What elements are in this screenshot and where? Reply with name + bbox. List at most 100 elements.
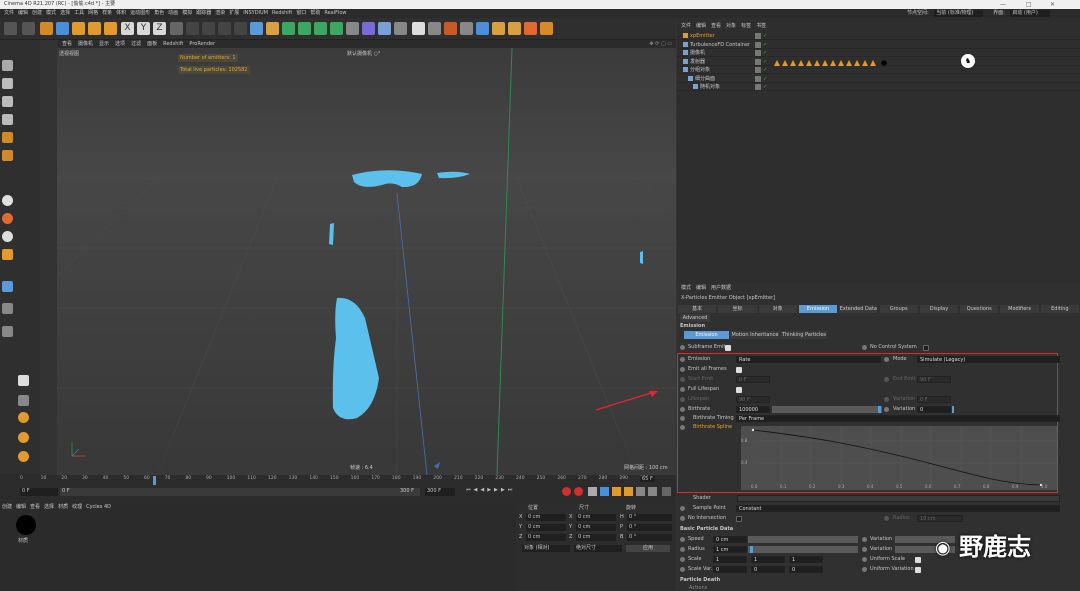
birthrate-timing-anim-dot[interactable] [680, 416, 685, 421]
visibility-dots[interactable] [755, 58, 761, 65]
enable-check-icon[interactable]: ✓ [763, 41, 767, 49]
uniform-scale-checkbox[interactable] [915, 557, 921, 563]
sample-point-anim-dot[interactable] [680, 506, 685, 511]
menu-item[interactable]: 模拟 [182, 10, 192, 16]
autokey-icon[interactable] [574, 487, 583, 496]
coord-rotation-field[interactable]: 0 ° [627, 524, 672, 531]
tab-5[interactable]: Groups [879, 305, 918, 313]
tab-2[interactable]: 对象 [758, 305, 797, 313]
birthrate-spline-graph[interactable]: 0.8 0.4 0.0 0.1 0.2 0.3 0.4 0.5 0.6 0.7 0.8 0.9 1.… [741, 426, 1057, 490]
z-axis-icon[interactable]: Z [153, 22, 166, 35]
coord-rotation-field[interactable]: 0 ° [627, 514, 672, 521]
cube-icon[interactable] [250, 22, 263, 35]
objmgr-menu-item[interactable]: 书签 [756, 23, 766, 29]
axis-icon[interactable] [2, 249, 13, 260]
enable-check-icon[interactable]: ✓ [763, 75, 767, 83]
scale-var-anim-dot[interactable] [680, 567, 685, 572]
attr-menu-item[interactable]: 编辑 [696, 285, 706, 291]
menu-item[interactable]: 编辑 [18, 10, 28, 16]
visibility-dots[interactable] [755, 75, 761, 82]
coord-size-mode-select[interactable]: 绝对尺寸 [574, 545, 622, 552]
menu-item[interactable]: 样条 [102, 10, 112, 16]
y-axis-icon[interactable]: Y [137, 22, 150, 35]
menu-item[interactable]: 文件 [4, 10, 14, 16]
attr-menu-item[interactable]: 模式 [681, 285, 691, 291]
material-swatch[interactable] [16, 515, 36, 535]
lifespan-variation-anim-dot[interactable] [884, 397, 889, 402]
radius-field[interactable]: 10 cm [917, 515, 963, 522]
scene-icon[interactable] [394, 22, 407, 35]
speed-field[interactable]: 0 cm [713, 536, 747, 543]
menu-item[interactable]: 体积 [116, 10, 126, 16]
emit-all-anim-dot[interactable] [680, 367, 685, 372]
undo-icon[interactable] [4, 22, 17, 35]
menu-item[interactable]: 运动图形 [130, 10, 150, 16]
scale-var-x-field[interactable]: 0 [713, 566, 747, 573]
subframe-emit-checkbox[interactable] [725, 345, 731, 351]
start-emit-anim-dot[interactable] [680, 377, 685, 382]
render-settings-icon[interactable] [218, 22, 231, 35]
start-emit-field[interactable]: 0 F [736, 376, 770, 383]
subtab-motion-inheritance[interactable]: Motion Inheritance [730, 331, 780, 339]
viewport-menu-item[interactable]: 过滤 [131, 41, 141, 47]
sculpt-icon[interactable] [18, 395, 29, 406]
enable-check-icon[interactable]: ✓ [763, 83, 767, 91]
xp-system-icon[interactable] [460, 22, 473, 35]
polygons-mode-icon[interactable] [2, 150, 13, 161]
menu-item[interactable]: 扩展 [229, 10, 239, 16]
birthrate-spline-anim-dot[interactable] [680, 425, 685, 430]
scale-anim-dot[interactable] [680, 557, 685, 562]
uniform-scale-anim-dot[interactable] [862, 557, 867, 562]
object-row[interactable]: 细分曲面 ✓ [677, 75, 1080, 83]
deformer-icon[interactable] [314, 22, 327, 35]
menu-item[interactable]: 动画 [168, 10, 178, 16]
menu-item[interactable]: 创建 [32, 10, 42, 16]
uniform-variation-anim-dot[interactable] [862, 567, 867, 572]
shader-field[interactable] [737, 495, 1060, 502]
objmgr-menu-item[interactable]: 标签 [741, 23, 751, 29]
material-menu-item[interactable]: 创建 [2, 504, 12, 510]
edit-render-icon[interactable] [412, 22, 425, 35]
no-control-checkbox[interactable] [923, 345, 929, 351]
emit-all-checkbox[interactable] [736, 367, 742, 373]
viewport-menu-item[interactable]: 面板 [147, 41, 157, 47]
coord-system-icon[interactable] [170, 22, 183, 35]
maximize-button[interactable]: □ [1026, 0, 1032, 9]
grid-icon[interactable] [2, 303, 13, 314]
playback-controls[interactable]: ⏮◀◀▶▶▶⏭ [466, 487, 515, 493]
texture-mode-icon[interactable] [2, 78, 13, 89]
start-frame-field[interactable]: 0 F [20, 488, 58, 496]
spline-tool-icon[interactable] [18, 412, 29, 423]
scale-x-field[interactable]: 1 [713, 556, 747, 563]
coord-position-field[interactable]: 0 cm [526, 534, 566, 541]
object-row[interactable]: 摄像机 ✓ [677, 49, 1080, 57]
objmgr-menu-item[interactable]: 对象 [726, 23, 736, 29]
tab-7[interactable]: Questions [960, 305, 999, 313]
visibility-dots[interactable] [755, 67, 761, 73]
xp-emitter-icon[interactable] [444, 22, 457, 35]
enable-check-icon[interactable]: ✓ [763, 32, 767, 40]
subdivision-icon[interactable] [282, 22, 295, 35]
coord-size-field[interactable]: 0 cm [576, 514, 616, 521]
live-select-icon[interactable] [104, 22, 117, 35]
birthrate-anim-dot[interactable] [680, 407, 685, 412]
points-mode-icon[interactable] [2, 114, 13, 125]
objmgr-menu-item[interactable]: 文件 [681, 23, 691, 29]
birthrate-variation-field[interactable]: 0 [917, 406, 951, 413]
preview-range-bar[interactable]: 0 F [60, 488, 420, 496]
birthrate-variation-slider[interactable] [952, 406, 954, 413]
record-icon[interactable] [562, 487, 571, 496]
full-lifespan-checkbox[interactable] [736, 387, 742, 393]
apply-button[interactable]: 应用 [626, 545, 670, 552]
lifespan-field[interactable]: 90 F [736, 396, 770, 403]
birthrate-field[interactable]: 100000 [736, 406, 770, 413]
qp-icon[interactable] [476, 22, 489, 35]
menu-item[interactable]: 窗口 [296, 10, 306, 16]
scale-var-y-field[interactable]: 0 [751, 566, 785, 573]
dots-icon[interactable] [18, 375, 29, 386]
coord-size-field[interactable]: 0 cm [576, 524, 616, 531]
script-icon[interactable] [524, 22, 537, 35]
enable-check-icon[interactable]: ✓ [763, 58, 767, 66]
scale-icon[interactable] [72, 22, 85, 35]
tab-3[interactable]: Emission [798, 305, 838, 313]
